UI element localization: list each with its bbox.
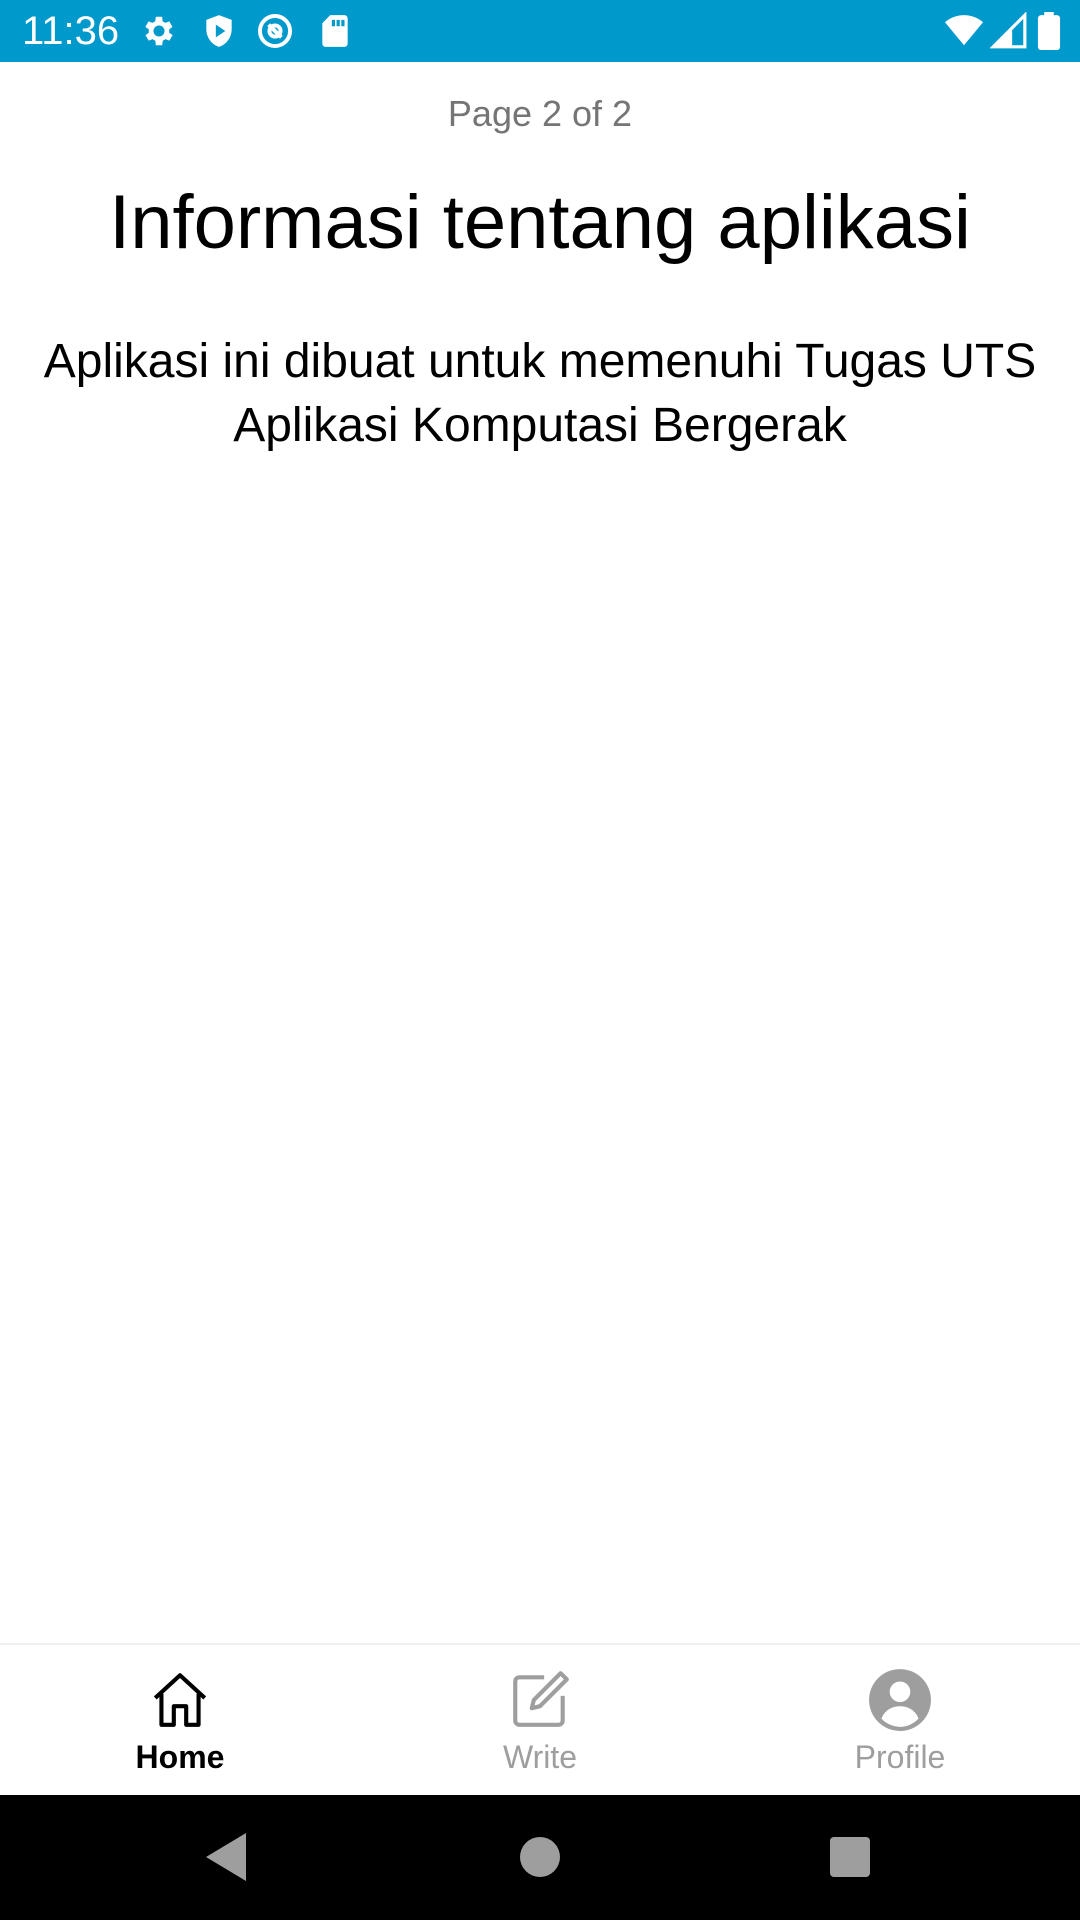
- edit-icon: [507, 1667, 573, 1733]
- nav-label-home: Home: [135, 1739, 225, 1775]
- at-sign-icon: [256, 12, 294, 50]
- home-icon: [147, 1667, 213, 1733]
- status-time: 11:36: [22, 9, 120, 53]
- page-description: Aplikasi ini dibuat untuk memenuhi Tugas…: [43, 335, 1037, 452]
- profile-icon: [867, 1667, 933, 1733]
- status-bar: 11:36: [0, 0, 1080, 62]
- page-indicator: Page 2 of 2: [447, 93, 633, 134]
- gear-icon: [140, 12, 178, 50]
- nav-item-write[interactable]: Write: [360, 1645, 720, 1797]
- bottom-navigation: Home Write Profile: [0, 1643, 1080, 1797]
- back-icon[interactable]: [194, 1825, 258, 1889]
- nav-item-home[interactable]: Home: [0, 1645, 360, 1797]
- nav-label-write: Write: [502, 1739, 578, 1775]
- signal-icon: [990, 12, 1028, 50]
- shield-play-icon: [200, 12, 238, 50]
- battery-icon: [1036, 12, 1062, 50]
- system-navigation-bar: [0, 1795, 1080, 1920]
- sd-card-icon: [316, 12, 354, 50]
- nav-label-profile: Profile: [854, 1739, 946, 1775]
- page-title: Informasi tentang aplikasi: [109, 180, 971, 265]
- wifi-icon: [942, 12, 986, 50]
- nav-item-profile[interactable]: Profile: [720, 1645, 1080, 1797]
- recents-icon[interactable]: [818, 1825, 882, 1889]
- home-circle-icon[interactable]: [508, 1825, 572, 1889]
